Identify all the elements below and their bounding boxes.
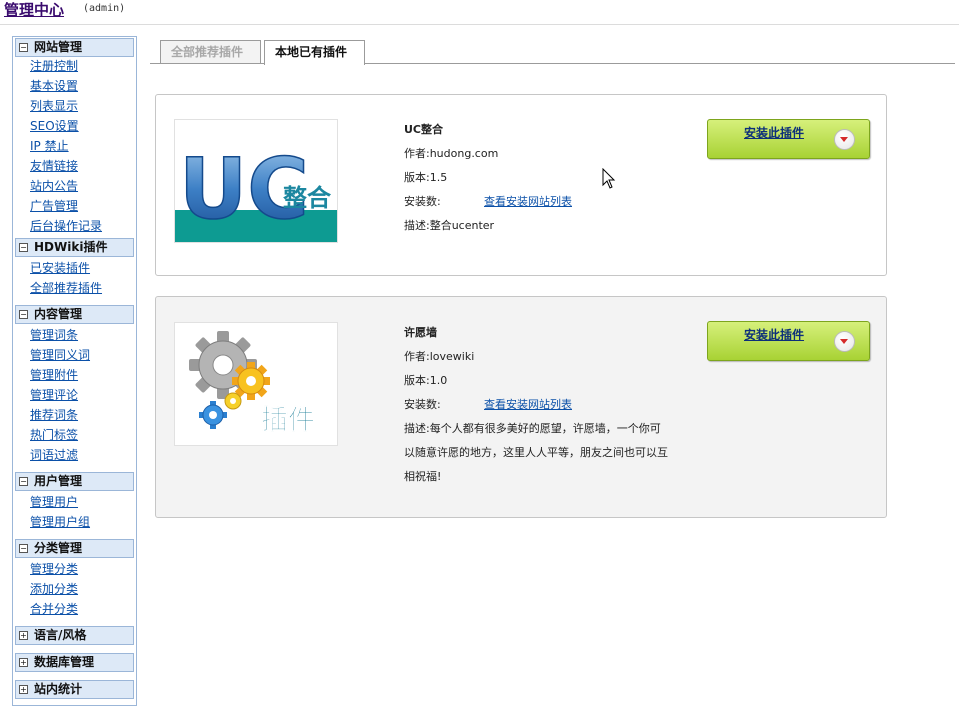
sidebar-item-announcements[interactable]: 站内公告	[30, 179, 78, 193]
collapse-icon[interactable]: −	[19, 544, 28, 553]
install-plugin-label: 安装此插件	[744, 328, 805, 342]
view-install-sites-link[interactable]: 查看安装网站列表	[484, 393, 572, 417]
plugin-card-wishwall: 插件 许愿墙 作者:lovewiki 版本:1.0 安装数: 查看安装网站列表 …	[155, 296, 887, 518]
sidebar-item-add-category[interactable]: 添加分类	[30, 582, 78, 596]
sidebar-item-word-filter[interactable]: 词语过滤	[30, 448, 78, 462]
plugin-author: 作者:lovewiki	[404, 350, 475, 363]
tab-local-plugins[interactable]: 本地已有插件	[264, 40, 365, 65]
sidebar-item-ads[interactable]: 广告管理	[30, 199, 78, 213]
sidebar-item-ip-ban[interactable]: IP 禁止	[30, 139, 69, 153]
view-install-sites-link[interactable]: 查看安装网站列表	[484, 190, 572, 214]
plugin-description-line: 以随意许愿的地方，这里人人平等，朋友之间也可以互	[404, 446, 668, 459]
plugin-version: 版本:1.5	[404, 171, 448, 184]
sidebar-group-title: 语言/风格	[34, 628, 87, 642]
plugin-logo-uc: UC 整合	[174, 119, 338, 243]
collapse-icon[interactable]: −	[19, 43, 28, 52]
sidebar-group-plugins[interactable]: − HDWiki插件	[15, 238, 134, 257]
sidebar-group-title: 用户管理	[34, 474, 83, 488]
sidebar-group-categories[interactable]: − 分类管理	[15, 539, 134, 558]
sidebar-group-title: 数据库管理	[34, 655, 95, 669]
plugin-installs-label: 安装数:	[404, 195, 441, 208]
plugin-name: 许愿墙	[404, 326, 437, 339]
sidebar-item-manage-synonyms[interactable]: 管理同义词	[30, 348, 90, 362]
sidebar-group-content[interactable]: − 内容管理	[15, 305, 134, 324]
sidebar-group-language-style[interactable]: + 语言/风格	[15, 626, 134, 645]
collapse-icon[interactable]: −	[19, 477, 28, 486]
plugin-name: UC整合	[404, 123, 444, 136]
sidebar-item-manage-comments[interactable]: 管理评论	[30, 388, 78, 402]
sidebar-item-hot-tags[interactable]: 热门标签	[30, 428, 78, 442]
sidebar-item-basic-settings[interactable]: 基本设置	[30, 79, 78, 93]
plugin-description-line: 相祝福!	[404, 470, 442, 483]
sidebar-group-title: 网站管理	[34, 40, 83, 54]
sidebar-group-site[interactable]: − 网站管理	[15, 38, 134, 57]
collapse-icon[interactable]: −	[19, 310, 28, 319]
sidebar-item-list-display[interactable]: 列表显示	[30, 99, 78, 113]
expand-icon[interactable]: +	[19, 685, 28, 694]
sidebar-item-manage-users[interactable]: 管理用户	[30, 495, 78, 509]
current-user: (admin)	[83, 3, 126, 14]
install-plugin-button[interactable]: 安装此插件	[707, 321, 870, 361]
plugin-description: 描述:整合ucenter	[404, 219, 495, 232]
sidebar-item-register-control[interactable]: 注册控制	[30, 59, 78, 73]
install-plugin-label: 安装此插件	[744, 126, 805, 140]
sidebar-group-title: 站内统计	[34, 682, 83, 696]
plugin-card-uc: UC 整合 UC整合 作者:hudong.com 版本:1.5 安装数: 查看安…	[155, 94, 887, 276]
sidebar-group-title: 分类管理	[34, 541, 83, 555]
expand-icon[interactable]: +	[19, 631, 28, 640]
sidebar-item-installed-plugins[interactable]: 已安装插件	[30, 261, 90, 275]
gear-icon	[199, 401, 227, 429]
sidebar: − 网站管理 注册控制 基本设置 列表显示 SEO设置 IP 禁止 友情链接 站…	[12, 36, 137, 706]
tab-all-recommended[interactable]: 全部推荐插件	[160, 40, 261, 63]
sidebar-item-admin-log[interactable]: 后台操作记录	[30, 219, 102, 233]
plugin-logo-text: 插件	[261, 405, 315, 436]
dropdown-arrow-icon[interactable]	[834, 129, 855, 150]
sidebar-item-recommended-entries[interactable]: 推荐词条	[30, 408, 78, 422]
sidebar-item-merge-categories[interactable]: 合并分类	[30, 602, 78, 616]
dropdown-arrow-icon[interactable]	[834, 331, 855, 352]
plugin-gears-image: 插件	[189, 331, 315, 436]
sidebar-item-manage-entries[interactable]: 管理词条	[30, 328, 78, 342]
sidebar-item-friend-links[interactable]: 友情链接	[30, 159, 78, 173]
plugin-info-wishwall: 许愿墙 作者:lovewiki 版本:1.0 安装数: 查看安装网站列表 描述:…	[404, 321, 668, 489]
sidebar-group-users[interactable]: − 用户管理	[15, 472, 134, 491]
sidebar-item-manage-categories[interactable]: 管理分类	[30, 562, 78, 576]
uc-logo-image: UC 整合	[175, 139, 337, 242]
sidebar-group-title: 内容管理	[34, 307, 83, 321]
plugin-installs-label: 安装数:	[404, 398, 441, 411]
collapse-icon[interactable]: −	[19, 243, 28, 252]
plugin-info-uc: UC整合 作者:hudong.com 版本:1.5 安装数: 查看安装网站列表 …	[404, 118, 572, 238]
install-plugin-button[interactable]: 安装此插件	[707, 119, 870, 159]
sidebar-item-recommended-plugins[interactable]: 全部推荐插件	[30, 281, 102, 295]
sidebar-group-title: HDWiki插件	[34, 240, 108, 254]
plugin-logo-wishwall: 插件	[174, 322, 338, 446]
sidebar-group-statistics[interactable]: + 站内统计	[15, 680, 134, 699]
plugin-author: 作者:hudong.com	[404, 147, 499, 160]
plugin-version: 版本:1.0	[404, 374, 448, 387]
plugin-description-line: 描述:每个人都有很多美好的愿望，许愿墙，一个你可	[404, 422, 661, 435]
mouse-cursor-icon	[602, 168, 616, 189]
expand-icon[interactable]: +	[19, 658, 28, 667]
sidebar-group-database[interactable]: + 数据库管理	[15, 653, 134, 672]
sidebar-item-manage-user-groups[interactable]: 管理用户组	[30, 515, 90, 529]
top-bar: 管理中心 (admin)	[0, 0, 959, 25]
sidebar-item-manage-attachments[interactable]: 管理附件	[30, 368, 78, 382]
gear-icon	[224, 392, 242, 410]
uc-logo-subtext: 整合	[283, 184, 332, 212]
sidebar-item-seo[interactable]: SEO设置	[30, 119, 79, 133]
admin-center-title[interactable]: 管理中心	[4, 0, 64, 20]
